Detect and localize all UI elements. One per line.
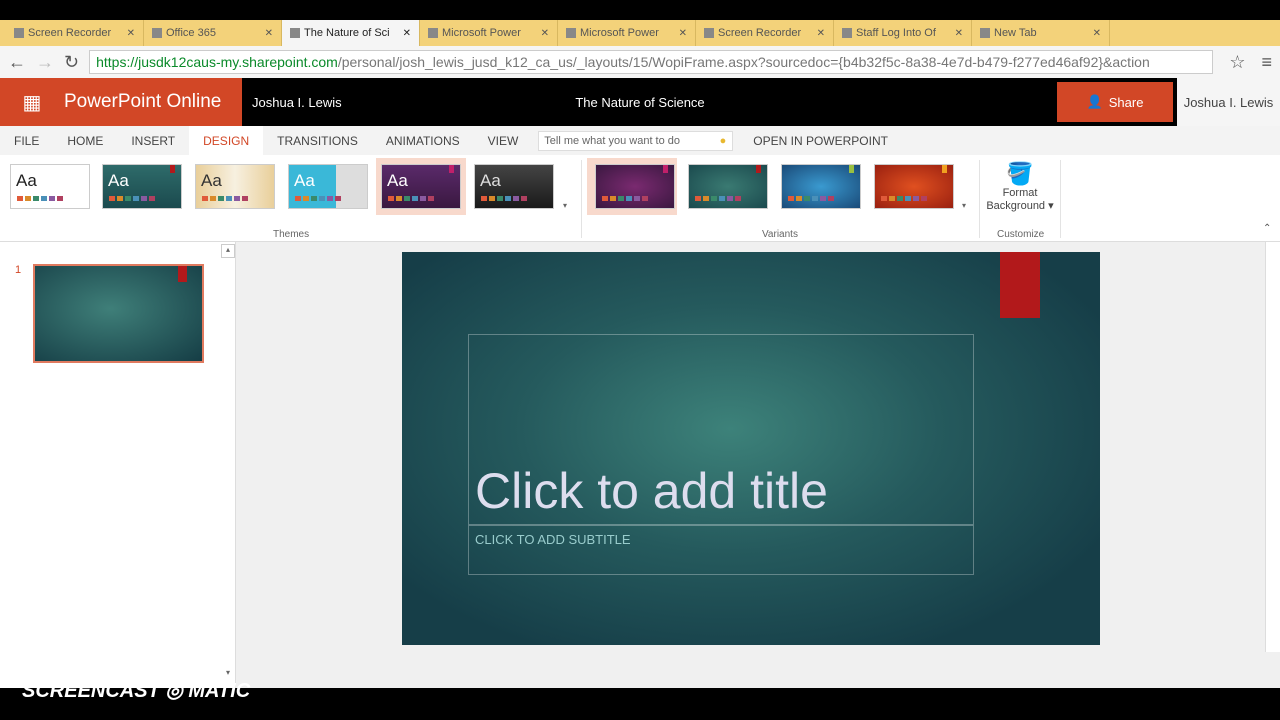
favicon-icon xyxy=(428,28,438,38)
app-header: ▦ PowerPoint Online Joshua I. Lewis The N… xyxy=(0,78,1280,126)
tell-me-input[interactable]: Tell me what you want to do ● xyxy=(538,130,734,151)
ribbon-tabs: FILE HOME INSERT DESIGN TRANSITIONS ANIMATION… xyxy=(0,126,1280,155)
browser-tabs: Screen Recorder ✕ Office 365 ✕ The Nature of… xyxy=(0,20,1280,46)
favicon-icon xyxy=(290,28,300,38)
share-button[interactable]: 👤 Share xyxy=(1057,82,1173,122)
ribbon-tab-animations[interactable]: ANIMATIONS xyxy=(372,126,474,155)
browser-tab[interactable]: Staff Log Into Of ✕ xyxy=(834,20,972,46)
close-tab-icon[interactable]: ✕ xyxy=(1093,28,1101,39)
reload-icon[interactable]: ↻ xyxy=(64,52,79,73)
browser-tab[interactable]: Microsoft Power ✕ xyxy=(558,20,696,46)
format-background-button[interactable]: 🪣 Format Background ▾ xyxy=(982,161,1058,212)
screencast-logo: SCREENCAST ◎ MATIC xyxy=(22,680,251,702)
close-tab-icon[interactable]: ✕ xyxy=(679,28,687,39)
theme-thumbnail[interactable]: Aa xyxy=(10,164,90,209)
design-ribbon: Aa Aa Aa Aa Aa Aa Themes Variants Customize ▾… xyxy=(0,155,1280,242)
variant-thumbnail[interactable] xyxy=(781,164,861,209)
account-menu[interactable]: Joshua I. Lewis xyxy=(1177,78,1280,126)
address-bar-row: ← → ↻ https://jusdk12caus-my.sharepoint.… xyxy=(0,46,1280,78)
watermark-text: Recorded with xyxy=(22,660,99,674)
red-tag-decoration xyxy=(1000,252,1040,318)
favicon-icon xyxy=(842,28,852,38)
close-tab-icon[interactable]: ✕ xyxy=(541,28,549,39)
close-tab-icon[interactable]: ✕ xyxy=(127,28,135,39)
ribbon-tab-view[interactable]: VIEW xyxy=(474,126,533,155)
slide-number: 1 xyxy=(15,264,22,276)
browser-tab[interactable]: Office 365 ✕ xyxy=(144,20,282,46)
variant-thumbnail[interactable] xyxy=(595,164,675,209)
favicon-icon xyxy=(152,28,162,38)
close-tab-icon[interactable]: ✕ xyxy=(955,28,963,39)
star-icon[interactable]: ☆ xyxy=(1229,52,1245,73)
theme-thumbnail[interactable]: Aa xyxy=(102,164,182,209)
variant-thumbnail[interactable] xyxy=(688,164,768,209)
theme-thumbnail[interactable]: Aa xyxy=(288,164,368,209)
vertical-scrollbar[interactable] xyxy=(1265,242,1280,652)
browser-tab[interactable]: Screen Recorder ✕ xyxy=(6,20,144,46)
browser-tab[interactable]: The Nature of Sci ✕ xyxy=(282,20,420,46)
lightbulb-icon: ● xyxy=(719,134,727,147)
browser-tab[interactable]: Screen Recorder ✕ xyxy=(696,20,834,46)
close-tab-icon[interactable]: ✕ xyxy=(817,28,825,39)
slide-canvas: Click to add title CLICK TO ADD SUBTITLE xyxy=(402,252,1100,645)
close-tab-icon[interactable]: ✕ xyxy=(403,28,411,39)
ribbon-tab-file[interactable]: FILE xyxy=(0,126,53,155)
pane-scroll-up[interactable]: ▴ xyxy=(221,244,235,258)
url-input[interactable]: https://jusdk12caus-my.sharepoint.com/pe… xyxy=(89,50,1214,74)
paint-bucket-icon: 🪣 xyxy=(1006,161,1034,186)
open-in-powerpoint-button[interactable]: OPEN IN POWERPOINT xyxy=(739,126,902,155)
theme-thumbnail[interactable]: Aa xyxy=(474,164,554,209)
browser-tab[interactable]: Microsoft Power ✕ xyxy=(420,20,558,46)
title-placeholder[interactable]: Click to add title xyxy=(468,334,974,525)
back-icon[interactable]: ← xyxy=(8,52,26,73)
ribbon-tab-design[interactable]: DESIGN xyxy=(189,126,264,155)
variants-more-icon[interactable]: ▾ xyxy=(962,201,966,210)
subtitle-placeholder[interactable]: CLICK TO ADD SUBTITLE xyxy=(468,525,974,575)
favicon-icon xyxy=(14,28,24,38)
customize-group-label: Customize xyxy=(997,229,1045,240)
variant-thumbnail[interactable] xyxy=(874,164,954,209)
favicon-icon xyxy=(566,28,576,38)
menu-icon[interactable]: ≡ xyxy=(1261,52,1272,73)
url-host: https://jusdk12caus-my.sharepoint.com xyxy=(96,54,338,70)
slide-thumbnail[interactable] xyxy=(33,264,204,363)
workspace: 1 ▴ ▾ Click to add title CLICK TO ADD SU… xyxy=(0,242,1280,688)
browser-tab[interactable]: New Tab ✕ xyxy=(972,20,1110,46)
themes-group-label: Themes xyxy=(273,229,310,240)
ribbon-tab-home[interactable]: HOME xyxy=(53,126,117,155)
slide-thumbnail-pane: 1 ▴ ▾ xyxy=(0,242,236,688)
themes-more-icon[interactable]: ▾ xyxy=(563,201,567,210)
ribbon-tab-insert[interactable]: INSERT xyxy=(117,126,189,155)
favicon-icon xyxy=(704,28,714,38)
close-tab-icon[interactable]: ✕ xyxy=(265,28,273,39)
forward-icon[interactable]: → xyxy=(36,52,54,73)
theme-thumbnail[interactable]: Aa xyxy=(195,164,275,209)
collapse-ribbon-icon[interactable]: ⌃ xyxy=(1263,223,1271,234)
favicon-icon xyxy=(980,28,990,38)
variants-group-label: Variants xyxy=(762,229,798,240)
add-person-icon: 👤 xyxy=(1086,94,1103,109)
theme-thumbnail[interactable]: Aa xyxy=(381,164,461,209)
ribbon-tab-transitions[interactable]: TRANSITIONS xyxy=(263,126,372,155)
url-path: /personal/josh_lewis_jusd_k12_ca_us/_lay… xyxy=(337,54,1150,70)
